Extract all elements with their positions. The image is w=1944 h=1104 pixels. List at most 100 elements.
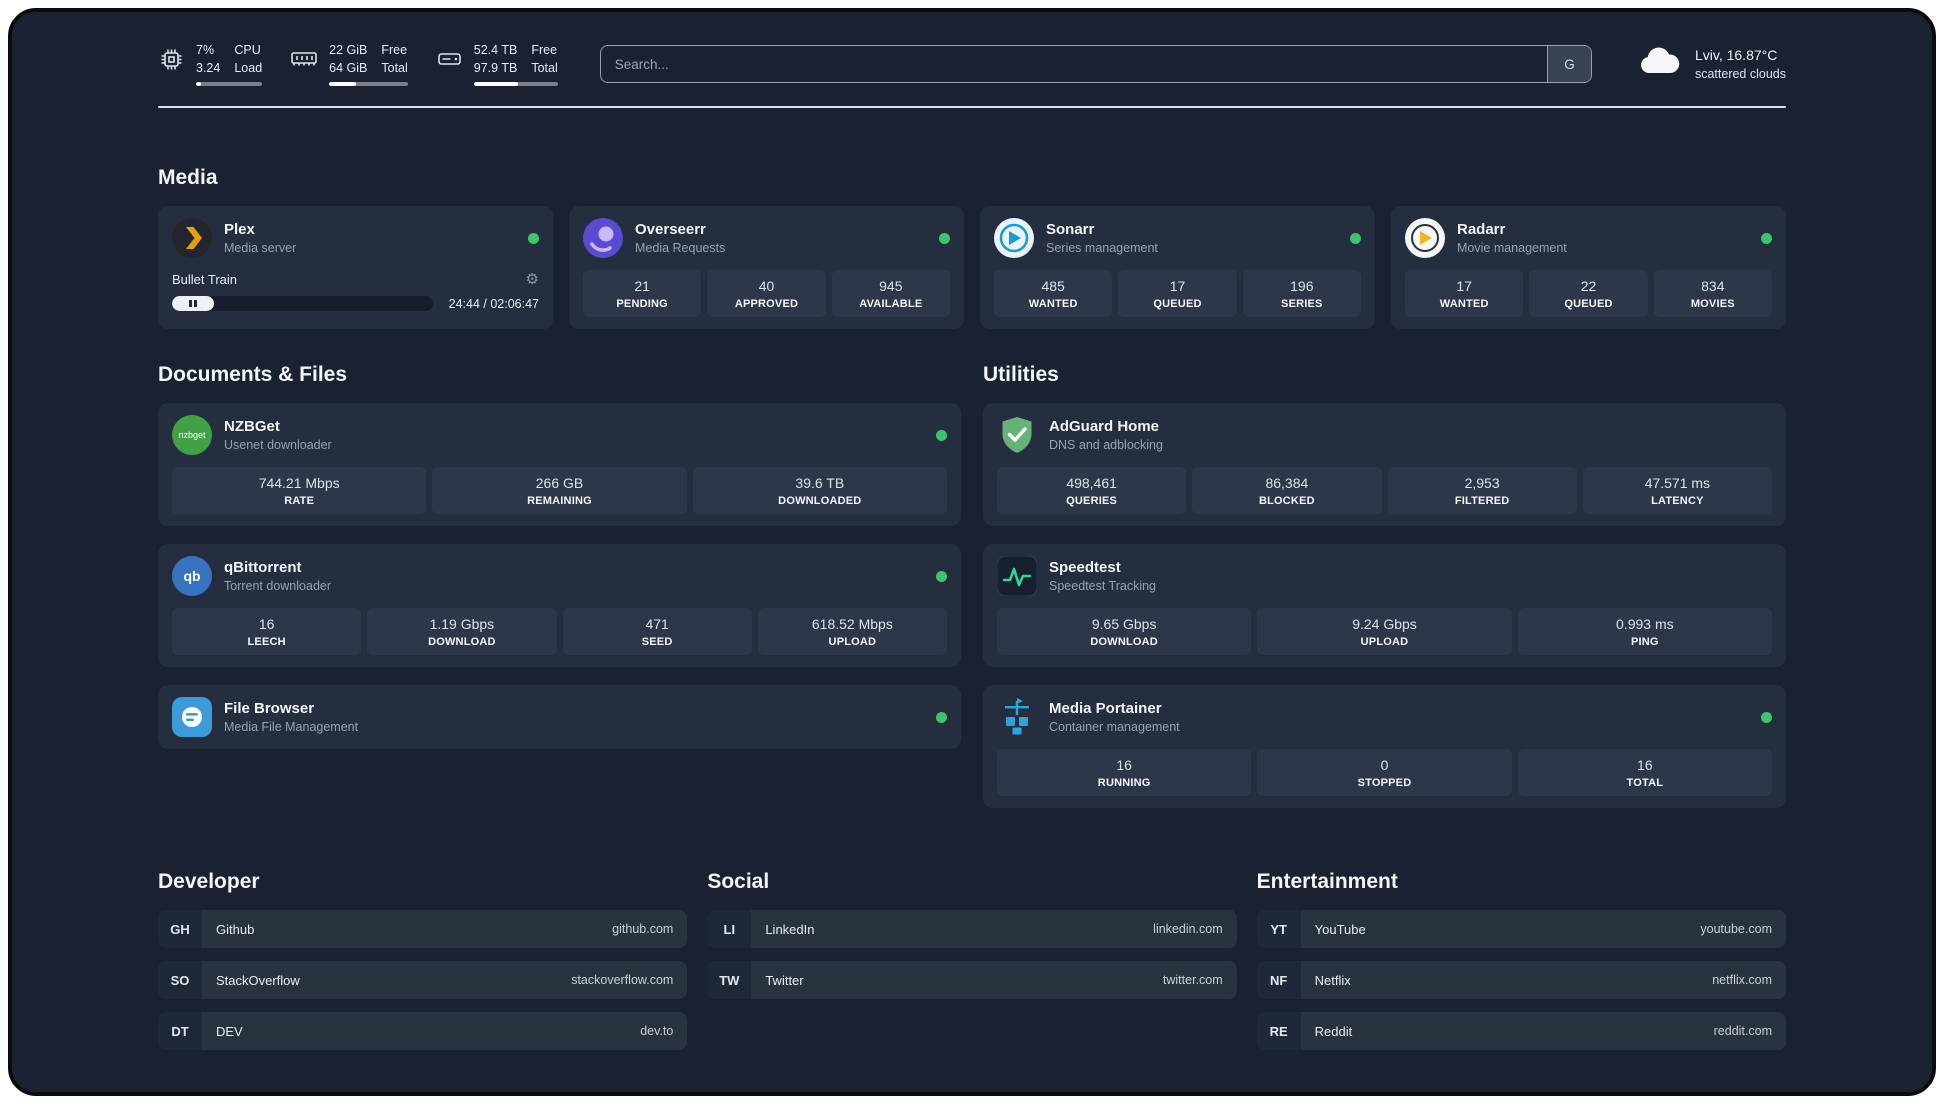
stat-tile: 40 APPROVED [707,270,826,317]
bookmark-abbr: NF [1256,961,1301,999]
system-metrics: 7% 3.24 CPU Load 22 GiB 64 GiB Free Tota… [158,42,558,86]
section-title-media: Media [158,166,218,189]
stat-tile: 0.993 ms PING [1517,608,1772,655]
bookmarks: Developer GH Github github.com SO StackO… [158,870,1786,1050]
playback-time: 24:44 / 02:06:47 [448,296,539,311]
track-title: Bullet Train [172,272,238,287]
plex-icon [172,218,212,258]
adguard-icon [997,415,1037,455]
disk-icon [436,42,463,71]
stat-tile: 47.571 ms LATENCY [1582,467,1772,514]
stat-tile: 2,953 FILTERED [1387,467,1577,514]
weather-condition: scattered clouds [1694,67,1786,82]
app-title: Radarr [1457,221,1506,238]
stat-tile: 498,461 QUERIES [997,467,1187,514]
search-bar: G [599,45,1592,83]
stat-tile: 945 AVAILABLE [831,270,950,317]
stat-tile: 485 WANTED [994,270,1113,317]
stat-tile: 9.24 Gbps UPLOAD [1257,608,1512,655]
app-subtitle: Torrent downloader [224,579,332,593]
radarr-icon [1405,218,1445,258]
app-title: Sonarr [1046,221,1095,238]
sonarr-card[interactable]: Sonarr Series management 485 WANTED 17 Q… [980,206,1375,329]
memory-labels: Free Total [381,43,408,75]
stat-tile: 16 RUNNING [997,749,1252,796]
status-dot [1350,232,1361,244]
bookmark-reddit[interactable]: RE Reddit reddit.com [1256,1012,1786,1050]
radarr-card[interactable]: Radarr Movie management 17 WANTED 22 QUE… [1391,206,1786,329]
cpu-labels: CPU Load [234,43,263,75]
bookmark-dev[interactable]: DT DEV dev.to [158,1012,688,1050]
app-title: Overseerr [635,221,706,238]
search-engine-button[interactable]: G [1546,46,1591,82]
bookmark-twitter[interactable]: TW Twitter twitter.com [707,961,1237,999]
playback-progress-bar[interactable] [172,296,433,311]
nzbget-card[interactable]: nzbget NZBGet Usenet downloader 744.21 M… [158,403,961,526]
media-cards: Plex Media server Bullet Train ⚙ 24:44 /… [158,206,1786,329]
metric-memory: 22 GiB 64 GiB Free Total [290,42,408,86]
search-input[interactable] [599,45,1592,83]
app-title: File Browser [224,700,315,717]
status-dot [936,570,947,582]
adguard-card[interactable]: AdGuard Home DNS and adblocking 498,461 … [983,403,1786,526]
overseerr-card[interactable]: Overseerr Media Requests 21 PENDING 40 A… [569,206,964,329]
bookmark-group-social: Social LI LinkedIn linkedin.com TW Twitt… [707,870,1237,999]
app-title: Media Portainer [1049,700,1162,717]
stat-tile: 834 MOVIES [1653,270,1772,317]
cloud-icon [1636,45,1682,82]
status-dot [1761,232,1772,244]
memory-free: 22 GiB [329,43,368,57]
metric-cpu: 7% 3.24 CPU Load [158,42,263,86]
overseerr-icon [583,218,623,258]
filebrowser-icon [172,697,212,737]
plex-card[interactable]: Plex Media server Bullet Train ⚙ 24:44 /… [158,206,553,329]
app-title: NZBGet [224,418,280,435]
app-title: AdGuard Home [1049,418,1160,435]
app-subtitle: Series management [1046,241,1158,255]
section-title-utilities: Utilities [983,363,1059,386]
app-subtitle: Speedtest Tracking [1049,579,1157,593]
bookmark-stackoverflow[interactable]: SO StackOverflow stackoverflow.com [158,961,688,999]
qbittorrent-card[interactable]: qb qBittorrent Torrent downloader 16 LEE… [158,544,961,667]
bookmark-youtube[interactable]: YT YouTube youtube.com [1256,910,1786,948]
stat-tile: 9.65 Gbps DOWNLOAD [997,608,1252,655]
cpu-icon [158,42,185,73]
filebrowser-card[interactable]: File Browser Media File Management [158,685,961,749]
app-subtitle: DNS and adblocking [1049,438,1163,452]
stat-tile: 744.21 Mbps RATE [172,467,427,514]
svg-text:nzbget: nzbget [178,430,206,440]
portainer-card[interactable]: Media Portainer Container management 16 … [983,685,1786,808]
stat-tile: 39.6 TB DOWNLOADED [692,467,947,514]
stat-tile: 21 PENDING [583,270,702,317]
cpu-percent: 7% [196,43,215,57]
app-title: Plex [224,221,255,238]
cpu-meter [196,82,263,86]
stat-tile: 22 QUEUED [1529,270,1648,317]
bookmark-netflix[interactable]: NF Netflix netflix.com [1256,961,1786,999]
bookmark-abbr: RE [1256,1012,1301,1050]
bookmark-abbr: GH [158,910,202,948]
stat-tile: 0 STOPPED [1257,749,1512,796]
pause-icon[interactable] [172,296,214,311]
speedtest-card[interactable]: Speedtest Speedtest Tracking 9.65 Gbps D… [983,544,1786,667]
app-subtitle: Media Requests [635,241,726,255]
bookmark-linkedin[interactable]: LI LinkedIn linkedin.com [707,910,1237,948]
stat-tile: 16 TOTAL [1517,749,1772,796]
stat-tile: 196 SERIES [1242,270,1361,317]
status-dot [936,711,947,723]
app-subtitle: Media server [224,241,297,255]
storage-free: 52.4 TB [473,43,518,57]
status-dot [936,429,947,441]
app-title: qBittorrent [224,559,302,576]
bookmark-group-entertainment: Entertainment YT YouTube youtube.com NF … [1256,870,1786,1050]
gear-icon[interactable]: ⚙ [526,272,539,287]
app-subtitle: Movie management [1457,241,1567,255]
topbar-divider [158,106,1786,108]
status-dot [528,232,539,244]
stat-tile: 618.52 Mbps UPLOAD [757,608,947,655]
stat-tile: 1.19 Gbps DOWNLOAD [367,608,557,655]
stat-tile: 471 SEED [562,608,752,655]
storage-meter [473,82,558,86]
bookmark-github[interactable]: GH Github github.com [158,910,688,948]
bookmark-abbr: DT [158,1012,202,1050]
